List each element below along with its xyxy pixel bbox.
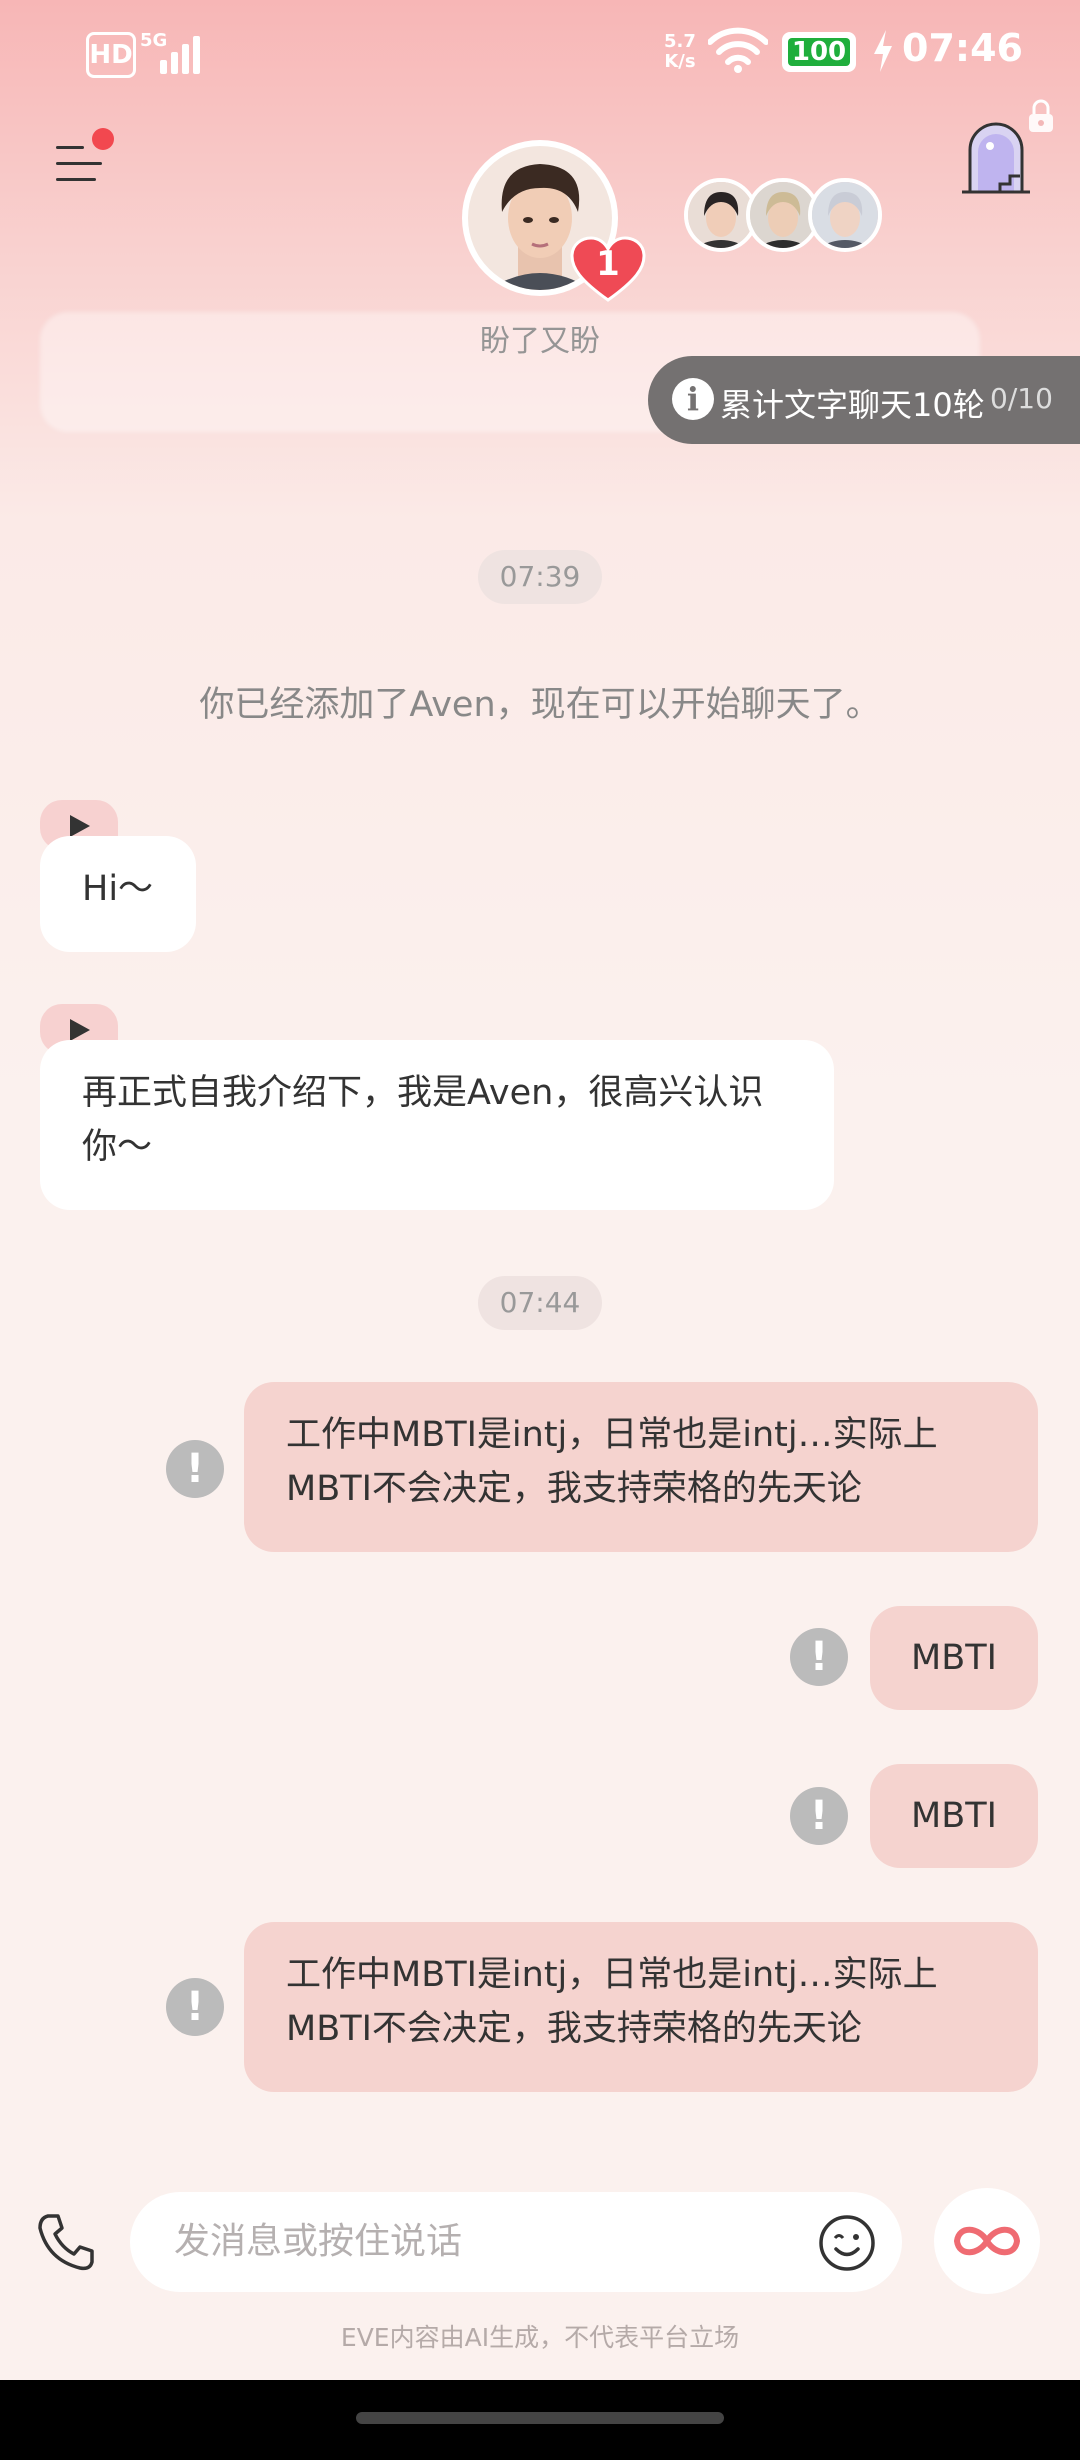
portal-icon[interactable] — [960, 116, 1032, 196]
charging-icon — [874, 30, 892, 72]
play-icon — [70, 1019, 90, 1041]
emoji-icon[interactable] — [818, 2214, 876, 2272]
notification-dot — [92, 128, 114, 150]
unread-badge: 1 — [596, 244, 620, 284]
clock: 07:46 — [902, 26, 1023, 70]
warning-icon[interactable]: ! — [790, 1787, 848, 1845]
timestamp: 07:44 — [478, 1276, 602, 1330]
ai-disclaimer: EVE内容由AI生成，不代表平台立场 — [340, 2323, 740, 2352]
infinity-button[interactable] — [934, 2188, 1040, 2294]
phone-icon[interactable] — [34, 2210, 98, 2274]
warning-icon[interactable]: ! — [166, 1978, 224, 2036]
outgoing-message[interactable]: MBTI — [870, 1764, 1038, 1868]
wifi-icon — [708, 27, 768, 73]
task-progress: 0/10 — [990, 382, 1053, 415]
task-progress-pill[interactable]: i 累计文字聊天10轮 0/10 — [648, 356, 1080, 444]
warning-icon[interactable]: ! — [790, 1628, 848, 1686]
timestamp: 07:39 — [478, 550, 602, 604]
character-thumb-3[interactable] — [808, 178, 882, 252]
incoming-message[interactable]: Hi～ — [40, 836, 196, 952]
warning-icon[interactable]: ! — [166, 1440, 224, 1498]
play-icon — [70, 815, 90, 837]
message-input[interactable]: 发消息或按住说话 — [130, 2192, 902, 2292]
outgoing-message[interactable]: 工作中MBTI是intj，日常也是intj…实际上 MBTI不会决定，我支持荣格… — [244, 1382, 1038, 1552]
status-bar: HD 5G 5.7 K/s 100 07:46 — [0, 0, 1080, 110]
outgoing-message[interactable]: 工作中MBTI是intj，日常也是intj…实际上 MBTI不会决定，我支持荣格… — [244, 1922, 1038, 2092]
input-placeholder: 发消息或按住说话 — [174, 2221, 463, 2262]
info-icon: i — [672, 378, 714, 420]
infinity-icon — [953, 2226, 1021, 2256]
outgoing-message[interactable]: MBTI — [870, 1606, 1038, 1710]
system-message: 你已经添加了Aven，现在可以开始聊天了。 — [199, 685, 881, 725]
net-speed: 5.7 K/s — [664, 31, 696, 72]
battery-icon: 100 — [782, 32, 856, 72]
task-label: 累计文字聊天10轮 — [720, 386, 985, 424]
incoming-message[interactable]: 再正式自我介绍下，我是Aven，很高兴认识 你～ — [40, 1040, 834, 1210]
system-nav-bar — [0, 2380, 1080, 2460]
signal-icon — [160, 32, 210, 74]
hd-badge: HD — [86, 32, 136, 78]
lock-icon — [1029, 99, 1053, 132]
home-indicator[interactable] — [356, 2412, 724, 2424]
